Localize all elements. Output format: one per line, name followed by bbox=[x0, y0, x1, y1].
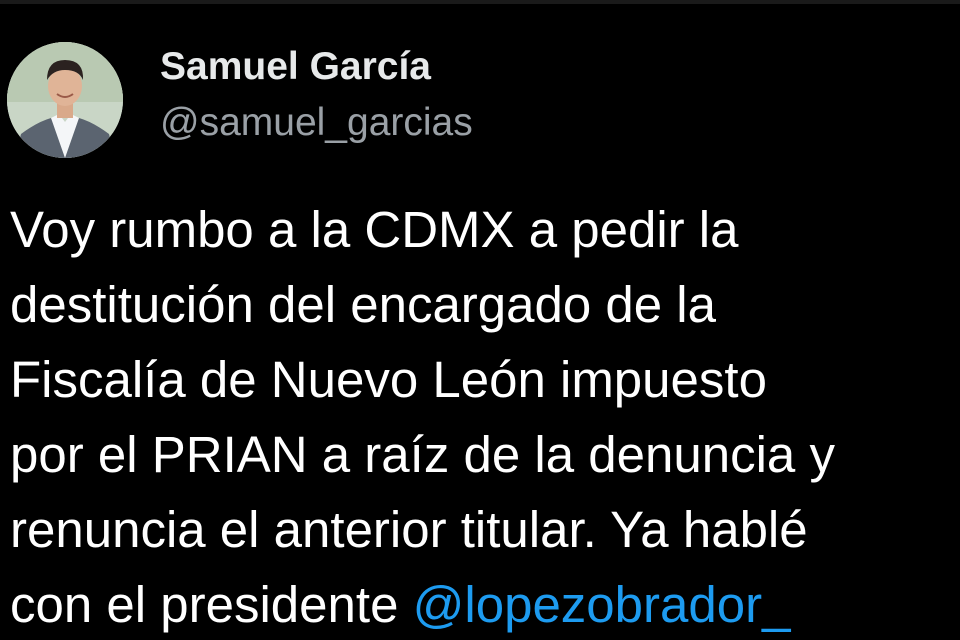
tweet-author: Samuel García @samuel_garcias bbox=[160, 44, 473, 146]
mention-link[interactable]: @lopezobrador_ bbox=[413, 576, 791, 633]
tweet-text-line: renuncia el anterior titular. Ya hablé bbox=[10, 501, 808, 558]
tweet-text-line: por el PRIAN a raíz de la denuncia y bbox=[10, 426, 835, 483]
tweet-card: Samuel García @samuel_garcias Voy rumbo … bbox=[0, 0, 960, 640]
tweet-text: Voy rumbo a la CDMX a pedir la destituci… bbox=[10, 192, 955, 640]
tweet-text-line: Voy rumbo a la CDMX a pedir la bbox=[10, 201, 739, 258]
avatar[interactable] bbox=[7, 42, 123, 158]
tweet-text-fragment: con el presidente bbox=[10, 576, 413, 633]
author-display-name[interactable]: Samuel García bbox=[160, 44, 473, 90]
author-handle[interactable]: @samuel_garcias bbox=[160, 100, 473, 146]
tweet-text-line: Fiscalía de Nuevo León impuesto bbox=[10, 351, 767, 408]
tweet-text-line: destitución del encargado de la bbox=[10, 276, 717, 333]
tweet-text-line-last: con el presidente @lopezobrador_ bbox=[10, 567, 955, 640]
